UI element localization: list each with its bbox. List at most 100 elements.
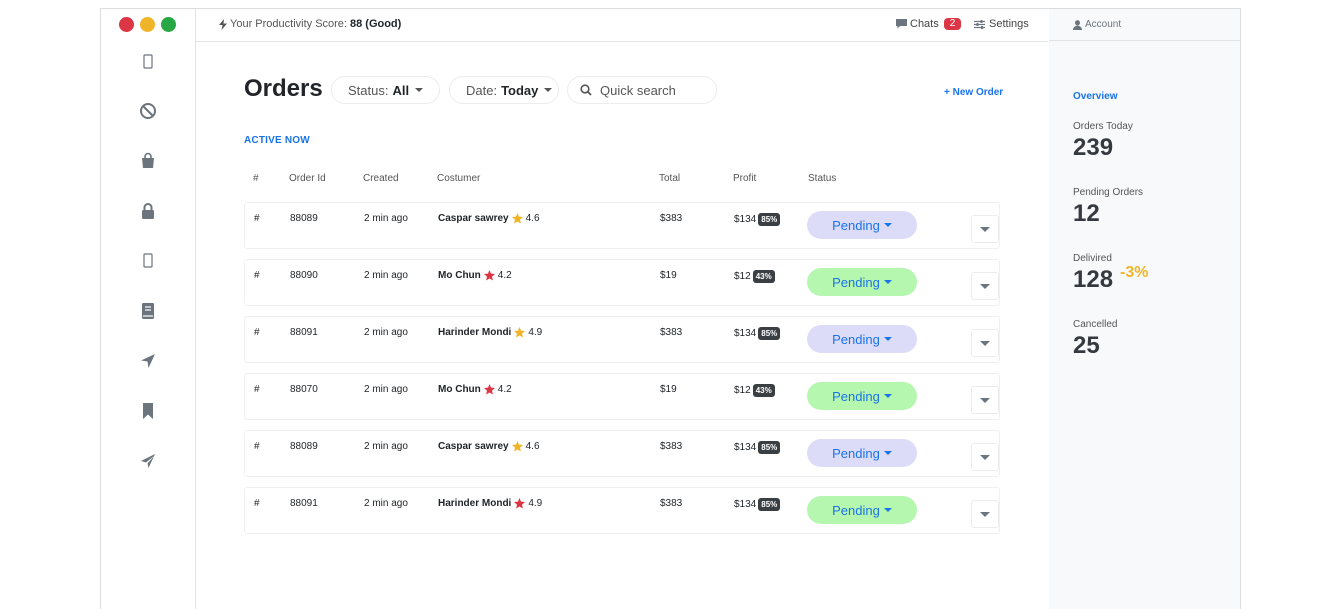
minimize-window-button[interactable] — [140, 17, 155, 32]
status-dropdown[interactable]: Pending — [807, 211, 917, 239]
new-order-button[interactable]: + New Order — [944, 87, 1003, 98]
mobile-icon[interactable] — [137, 51, 159, 73]
row-expand-button[interactable] — [971, 500, 999, 528]
status-dropdown[interactable]: Pending — [807, 382, 917, 410]
chevron-down-icon — [980, 454, 990, 460]
customer-cell: Harinder Mondi 4.9 — [438, 498, 542, 509]
stat-label: Cancelled — [1073, 319, 1118, 330]
chevron-down-icon — [883, 223, 892, 227]
row-hash: # — [254, 327, 260, 338]
table-row[interactable]: #88091 2 min ago Harinder Mondi 4.9 $383 $134… — [244, 487, 1000, 534]
table-row[interactable]: #88089 2 min ago Caspar sawrey 4.6 $383 $134 8… — [244, 430, 1000, 477]
profit-cell: $134 85% — [734, 213, 781, 226]
order-total: $383 — [660, 441, 683, 452]
sidebar — [101, 9, 196, 609]
star-icon — [511, 441, 523, 452]
chevron-down-icon — [544, 88, 553, 92]
star-icon — [511, 213, 523, 224]
mobile-icon[interactable] — [137, 250, 159, 272]
settings-button[interactable]: Settings — [974, 18, 1029, 30]
book-icon[interactable] — [137, 300, 159, 322]
column-header: Order Id — [289, 173, 326, 184]
customer-rating: 4.2 — [497, 270, 512, 281]
stat-value: 128 — [1073, 266, 1114, 293]
chevron-down-icon — [415, 88, 424, 92]
profit-percent-badge: 43% — [752, 270, 775, 283]
star-icon — [514, 327, 526, 338]
created-time: 2 min ago — [364, 384, 408, 395]
stat-value: 12 — [1073, 200, 1100, 227]
page-title: Orders — [244, 75, 323, 102]
row-expand-button[interactable] — [971, 386, 999, 414]
column-header: Status — [808, 173, 837, 184]
row-expand-button[interactable] — [971, 329, 999, 357]
row-expand-button[interactable] — [971, 272, 999, 300]
status-dropdown[interactable]: Pending — [807, 439, 917, 467]
order-id: 88091 — [290, 498, 318, 509]
order-total: $383 — [660, 498, 683, 509]
star-icon — [514, 498, 526, 509]
order-profit: $12 — [734, 385, 751, 397]
stat-change: -3% — [1120, 264, 1149, 281]
window-controls — [119, 17, 176, 32]
table-row[interactable]: #88070 2 min ago Mo Chun 4.2 $19 $12 43% Pendin… — [244, 373, 1000, 420]
stat-label: Pending Orders — [1073, 187, 1144, 198]
order-total: $19 — [660, 270, 677, 281]
search-input[interactable] — [598, 81, 702, 99]
row-expand-button[interactable] — [971, 443, 999, 471]
created-time: 2 min ago — [364, 270, 408, 281]
table-row[interactable]: #88091 2 min ago Harinder Mondi 4.9 $383 $134… — [244, 316, 1000, 363]
column-header: Created — [363, 173, 399, 184]
table-row[interactable]: #88090 2 min ago Mo Chun 4.2 $19 $12 43% Pendin… — [244, 259, 1000, 306]
customer-name: Harinder Mondi — [438, 327, 512, 338]
order-profit: $134 — [734, 442, 757, 454]
profit-cell: $134 85% — [734, 441, 781, 454]
shopping-bag-icon[interactable] — [137, 150, 159, 172]
row-hash: # — [254, 384, 260, 395]
customer-name: Harinder Mondi — [438, 498, 512, 509]
status-filter-value: All — [392, 82, 410, 98]
customer-name: Caspar sawrey — [438, 441, 509, 452]
chats-button[interactable]: Chats 2 — [896, 18, 962, 30]
order-total: $19 — [660, 384, 677, 395]
lock-icon[interactable] — [137, 200, 159, 222]
customer-cell: Caspar sawrey 4.6 — [438, 213, 540, 224]
paper-plane-icon[interactable] — [137, 450, 159, 472]
chevron-down-icon — [980, 226, 990, 232]
table-row[interactable]: #88089 2 min ago Caspar sawrey 4.6 $383 $134 8… — [244, 202, 1000, 249]
customer-cell: Harinder Mondi 4.9 — [438, 327, 542, 338]
close-window-button[interactable] — [119, 17, 134, 32]
row-expand-button[interactable] — [971, 215, 999, 243]
column-header: Costumer — [437, 173, 481, 184]
order-profit: $134 — [734, 499, 757, 511]
account-button[interactable]: Account — [1049, 9, 1240, 41]
customer-rating: 4.9 — [528, 498, 543, 509]
maximize-window-button[interactable] — [161, 17, 176, 32]
customer-name: Mo Chun — [438, 384, 481, 395]
status-filter-label: Status: — [348, 82, 389, 98]
ban-icon[interactable] — [137, 100, 159, 122]
date-filter-dropdown[interactable]: Date: Today — [449, 76, 559, 104]
score-value: 88 (Good) — [349, 18, 402, 30]
status-dropdown[interactable]: Pending — [807, 496, 917, 524]
status-dropdown[interactable]: Pending — [807, 325, 917, 353]
user-icon — [1073, 19, 1082, 30]
location-arrow-icon[interactable] — [137, 350, 159, 372]
stat-value: 25 — [1073, 332, 1100, 359]
status-label: Pending — [832, 502, 880, 518]
customer-cell: Mo Chun 4.2 — [438, 384, 512, 395]
order-total: $383 — [660, 327, 683, 338]
quick-search-box[interactable] — [567, 76, 717, 104]
bookmark-icon[interactable] — [137, 400, 159, 422]
order-profit: $12 — [734, 271, 751, 283]
settings-label: Settings — [989, 18, 1029, 30]
status-filter-dropdown[interactable]: Status: All — [331, 76, 440, 104]
bolt-icon — [219, 18, 227, 30]
sliders-icon — [974, 19, 985, 29]
section-label: ACTIVE NOW — [244, 135, 310, 146]
status-dropdown[interactable]: Pending — [807, 268, 917, 296]
column-header: # — [253, 173, 259, 184]
stat-value: 239 — [1073, 134, 1114, 161]
order-id: 88070 — [290, 384, 318, 395]
customer-name: Mo Chun — [438, 270, 481, 281]
